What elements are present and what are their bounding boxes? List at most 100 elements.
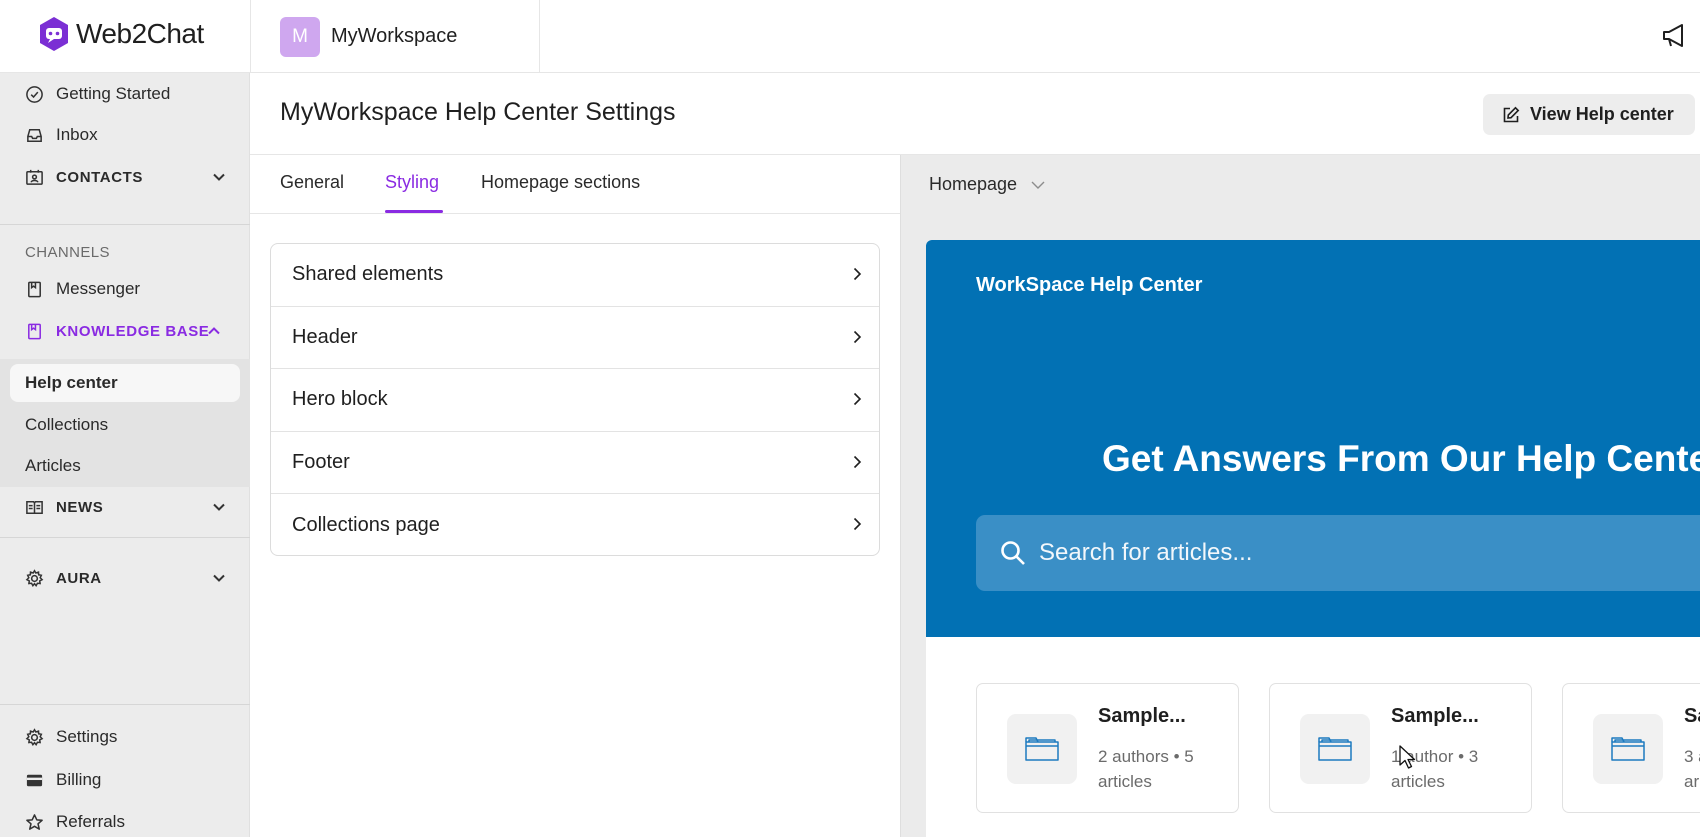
sidebar-item-knowledge-base[interactable]: KNOWLEDGE BASE <box>0 313 250 349</box>
help-center-brand: WorkSpace Help Center <box>976 274 1203 296</box>
chevron-right-icon <box>853 267 862 281</box>
tab-general[interactable]: General <box>280 172 344 193</box>
folder-icon-tile <box>1300 714 1370 784</box>
sidebar-item-label: Billing <box>56 770 102 789</box>
logo-icon <box>40 17 68 51</box>
search-icon <box>1001 541 1025 565</box>
sidebar-item-collections[interactable]: Collections <box>10 406 240 444</box>
sidebar-item-billing[interactable]: Billing <box>0 762 250 798</box>
preview-page-select[interactable]: Homepage <box>929 174 1047 195</box>
sidebar-item-inbox[interactable]: Inbox <box>0 117 250 153</box>
star-icon <box>26 813 43 830</box>
collection-title: Sample... <box>1391 705 1479 727</box>
accordion-label: Footer <box>292 450 350 473</box>
view-help-center-label: View Help center <box>1530 104 1674 124</box>
knowledge-base-submenu: Help center Collections Articles <box>0 359 250 487</box>
divider <box>0 537 250 538</box>
sidebar-item-getting-started[interactable]: Getting Started <box>0 76 250 112</box>
sidebar-item-aura[interactable]: AURA <box>0 560 250 596</box>
collection-title: Sample... <box>1098 705 1186 727</box>
sidebar-item-label: Getting Started <box>56 84 171 103</box>
accordion-label: Collections page <box>292 513 440 536</box>
chevron-right-icon <box>853 455 862 468</box>
sidebar: Getting Started Inbox CONTACTS CHANNELS … <box>0 73 250 837</box>
sidebar-item-label: Settings <box>56 727 118 746</box>
gear-icon <box>25 727 44 746</box>
preview-page-select-value: Homepage <box>929 174 1018 194</box>
folder-icon-tile <box>1007 714 1077 784</box>
gear-icon <box>25 568 44 587</box>
divider <box>0 704 250 705</box>
chevron-down-icon <box>1031 181 1045 189</box>
chevron-up-icon <box>208 327 220 335</box>
accordion-header[interactable]: Header <box>271 307 879 369</box>
folder-icon <box>1025 737 1059 761</box>
credit-card-icon <box>26 774 43 786</box>
megaphone-icon[interactable] <box>1660 20 1690 50</box>
check-circle-icon <box>26 85 43 103</box>
collection-title: Sa <box>1684 705 1700 727</box>
accordion-label: Header <box>292 325 358 348</box>
sidebar-item-settings[interactable]: Settings <box>0 719 250 755</box>
view-help-center-button[interactable]: View Help center <box>1483 94 1695 135</box>
collection-meta: 3 a ar <box>1684 747 1700 791</box>
sidebar-item-label: Inbox <box>56 125 98 144</box>
chevron-down-icon <box>213 173 225 181</box>
inbox-icon <box>27 128 42 142</box>
article-search-input[interactable]: Search for articles... <box>976 515 1700 591</box>
sidebar-item-label: Messenger <box>56 279 141 298</box>
collection-card[interactable]: Sample... 2 authors • 5 articles <box>976 683 1239 813</box>
preview-pane: Homepage WorkSpace Help Center Get Answe… <box>900 155 1700 837</box>
main-content: MyWorkspace Help Center Settings View He… <box>250 73 1700 837</box>
sidebar-item-label: AURA <box>56 569 102 587</box>
settings-tabs: General Styling Homepage sections <box>250 155 900 214</box>
chevron-right-icon <box>853 392 862 406</box>
tab-homepage-sections[interactable]: Homepage sections <box>481 172 640 193</box>
logo[interactable]: Web2Chat <box>36 16 204 52</box>
chevron-down-icon <box>213 503 225 511</box>
folder-icon-tile <box>1593 714 1663 784</box>
newspaper-icon <box>26 500 43 514</box>
channels-label: CHANNELS <box>25 244 110 261</box>
accordion-shared-elements[interactable]: Shared elements <box>271 244 879 307</box>
tab-styling[interactable]: Styling <box>385 172 439 193</box>
book-icon <box>28 323 41 339</box>
workspace-switcher[interactable]: M MyWorkspace <box>250 0 540 73</box>
chevron-down-icon <box>213 574 225 582</box>
accordion-collections-page[interactable]: Collections page <box>271 494 879 555</box>
collection-card[interactable]: Sa 3 a ar <box>1562 683 1700 813</box>
active-tab-indicator <box>385 210 443 213</box>
sidebar-item-label: NEWS <box>56 498 104 516</box>
help-center-preview: WorkSpace Help Center Get Answers From O… <box>926 240 1700 837</box>
contacts-icon <box>26 169 43 185</box>
divider <box>0 224 250 225</box>
accordion-footer[interactable]: Footer <box>271 432 879 494</box>
accordion-hero-block[interactable]: Hero block <box>271 369 879 432</box>
logo-text: Web2Chat <box>76 18 204 49</box>
accordion-label: Shared elements <box>292 263 444 286</box>
sidebar-item-label: KNOWLEDGE BASE <box>56 322 210 340</box>
top-bar: Web2Chat M MyWorkspace <box>0 0 1700 73</box>
sidebar-item-articles[interactable]: Articles <box>10 447 240 485</box>
sidebar-item-news[interactable]: NEWS <box>0 489 250 525</box>
workspace-name: MyWorkspace <box>331 25 458 47</box>
mouse-cursor-icon <box>1399 745 1416 769</box>
sidebar-item-messenger[interactable]: Messenger <box>0 271 250 307</box>
folder-icon <box>1611 737 1645 761</box>
collection-meta: 2 authors • 5 articles <box>1098 747 1194 791</box>
page-title: MyWorkspace Help Center Settings <box>280 98 676 126</box>
search-placeholder: Search for articles... <box>1039 539 1253 566</box>
sidebar-item-referrals[interactable]: Referrals <box>0 804 250 837</box>
hero-block: WorkSpace Help Center Get Answers From O… <box>926 240 1700 637</box>
hero-title: Get Answers From Our Help Center <box>1102 438 1700 479</box>
workspace-avatar: M <box>280 16 320 57</box>
folder-icon <box>1318 737 1352 761</box>
sidebar-item-help-center[interactable]: Help center <box>10 364 240 402</box>
edit-icon <box>1503 106 1520 122</box>
accordion-label: Hero block <box>292 388 388 411</box>
sidebar-item-contacts[interactable]: CONTACTS <box>0 159 250 195</box>
book-icon <box>28 281 41 297</box>
chevron-right-icon <box>853 517 862 531</box>
chevron-right-icon <box>853 330 862 343</box>
sidebar-item-label: Referrals <box>56 812 125 831</box>
